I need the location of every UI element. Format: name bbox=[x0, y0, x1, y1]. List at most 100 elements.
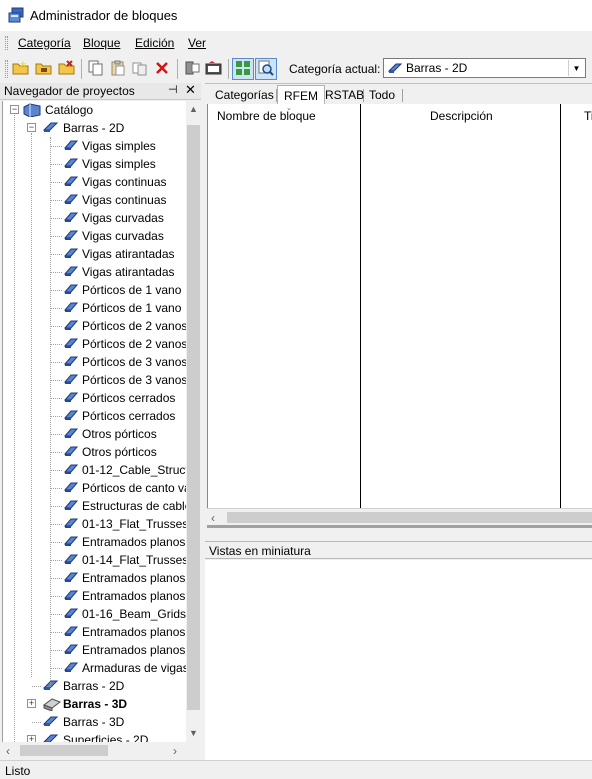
menu-ver[interactable]: Ver bbox=[188, 36, 206, 50]
splitter[interactable] bbox=[207, 525, 592, 528]
tree-category-item[interactable]: + Superficies - 2D bbox=[3, 731, 186, 742]
duplicate-button[interactable] bbox=[129, 58, 151, 80]
column-header-description[interactable]: Descripción bbox=[430, 109, 493, 123]
tree-block-item[interactable]: Pórticos de canto variable bbox=[3, 479, 186, 497]
tree-block-item[interactable]: Entramados planos bbox=[3, 623, 186, 641]
thumbnails-panel[interactable] bbox=[205, 560, 592, 760]
tree-item-label: Pórticos de 2 vanos bbox=[82, 319, 186, 333]
delete-button[interactable] bbox=[151, 58, 173, 80]
block-icon bbox=[63, 481, 79, 496]
tree-connector bbox=[50, 236, 62, 237]
block-list-hscroll-thumb[interactable] bbox=[227, 512, 592, 523]
menu-bar: Categoría Bloque Edición Ver bbox=[0, 32, 592, 54]
tree-block-item[interactable]: Pórticos de 3 vanos bbox=[3, 353, 186, 371]
expand-icon[interactable]: + bbox=[27, 735, 36, 742]
tree-block-item[interactable]: Estructuras de cables bbox=[3, 497, 186, 515]
tree-block-item[interactable]: Vigas atirantadas bbox=[3, 245, 186, 263]
navigator-horizontal-scrollbar[interactable]: ‹ › bbox=[2, 742, 186, 759]
column-header-block-name[interactable]: Nombre de bloque bbox=[217, 109, 316, 123]
tree-block-item[interactable]: 01-13_Flat_Trusses bbox=[3, 515, 186, 533]
paste-button[interactable] bbox=[107, 58, 129, 80]
tree-connector bbox=[50, 182, 62, 183]
tree-connector bbox=[50, 344, 62, 345]
column-header-type[interactable]: Tipo bbox=[584, 109, 592, 123]
dropdown-arrow-icon[interactable]: ▼ bbox=[568, 60, 584, 76]
column-divider[interactable] bbox=[360, 104, 361, 508]
menu-bloque[interactable]: Bloque bbox=[83, 36, 120, 50]
delete-category-button[interactable] bbox=[56, 58, 78, 80]
tree-block-item[interactable]: Entramados planos bbox=[3, 569, 186, 587]
tree-connector bbox=[50, 434, 62, 435]
tree-block-item[interactable]: Pórticos de 2 vanos bbox=[3, 317, 186, 335]
tab-todo[interactable]: Todo bbox=[363, 85, 401, 105]
block-list-horizontal-scrollbar[interactable]: ‹ bbox=[207, 508, 592, 525]
scroll-right-icon[interactable]: › bbox=[173, 744, 177, 758]
tree-block-item[interactable]: 01-16_Beam_Grids bbox=[3, 605, 186, 623]
tree-category-item[interactable]: Barras - 2D bbox=[3, 677, 186, 695]
tree-block-item[interactable]: Pórticos de 1 vano bbox=[3, 281, 186, 299]
tree-item-label: Vigas continuas bbox=[82, 175, 167, 189]
tree-block-item[interactable]: Pórticos cerrados bbox=[3, 407, 186, 425]
tree-block-item[interactable]: 01-14_Flat_Trusses_ bbox=[3, 551, 186, 569]
tree-root[interactable]: − Catálogo bbox=[3, 101, 186, 119]
tree-block-item[interactable]: Entramados planos bbox=[3, 587, 186, 605]
tree-block-item[interactable]: Pórticos de 1 vano bbox=[3, 299, 186, 317]
expand-icon[interactable]: + bbox=[27, 699, 36, 708]
tree-block-item[interactable]: Pórticos de 2 vanos bbox=[3, 335, 186, 353]
tree-block-item[interactable]: Entramados planos bbox=[3, 641, 186, 659]
tree-block-item[interactable]: Vigas simples bbox=[3, 137, 186, 155]
menubar-grip[interactable] bbox=[5, 36, 8, 50]
edit-category-button[interactable] bbox=[33, 58, 55, 80]
toolbar-separator bbox=[228, 59, 229, 79]
collapse-icon[interactable]: − bbox=[10, 105, 19, 114]
scroll-up-icon[interactable]: ▲ bbox=[189, 104, 198, 114]
import-block-button[interactable] bbox=[181, 58, 203, 80]
block-picture-button[interactable] bbox=[203, 58, 225, 80]
tree-category-item[interactable]: − Barras - 2D bbox=[3, 119, 186, 137]
navigator-vscroll-thumb[interactable] bbox=[187, 125, 200, 710]
menu-categoria[interactable]: Categoría bbox=[18, 36, 71, 50]
tree-block-item[interactable]: Pórticos de 3 vanos bbox=[3, 371, 186, 389]
scroll-down-icon[interactable]: ▼ bbox=[189, 728, 198, 738]
tree-category-item[interactable]: + Barras - 3D bbox=[3, 695, 186, 713]
thumbnail-view-button[interactable] bbox=[232, 58, 254, 80]
copy-button[interactable] bbox=[85, 58, 107, 80]
collapse-icon[interactable]: − bbox=[27, 123, 36, 132]
tree-connector bbox=[50, 362, 62, 363]
tree-block-item[interactable]: Otros pórticos bbox=[3, 443, 186, 461]
menu-edicion[interactable]: Edición bbox=[135, 36, 174, 50]
tree-block-item[interactable]: 01-12_Cable_Structures bbox=[3, 461, 186, 479]
new-category-button[interactable] bbox=[10, 58, 32, 80]
folder-edit-icon bbox=[35, 60, 53, 79]
tree-item-label: Superficies - 2D bbox=[63, 733, 149, 742]
toolbar-separator bbox=[81, 59, 82, 79]
tree-block-item[interactable]: Otros pórticos bbox=[3, 425, 186, 443]
tab-categorias[interactable]: Categorías bbox=[209, 85, 280, 105]
tree-block-item[interactable]: Vigas continuas bbox=[3, 173, 186, 191]
scroll-left-icon[interactable]: ‹ bbox=[6, 744, 10, 758]
tree-item-label: Pórticos de 2 vanos bbox=[82, 337, 186, 351]
navigator-vertical-scrollbar[interactable]: ▲ ▼ bbox=[186, 101, 201, 742]
navigator-hscroll-thumb[interactable] bbox=[20, 745, 108, 756]
tree-item-label: Vigas curvadas bbox=[82, 211, 164, 225]
tree-block-item[interactable]: Armaduras de vigas bbox=[3, 659, 186, 677]
toolbar-grip[interactable] bbox=[5, 60, 8, 78]
tree-block-item[interactable]: Vigas curvadas bbox=[3, 209, 186, 227]
tab-rfem[interactable]: RFEM bbox=[277, 85, 325, 105]
tree-block-item[interactable]: Vigas continuas bbox=[3, 191, 186, 209]
tree-block-item[interactable]: Vigas simples bbox=[3, 155, 186, 173]
current-category-select[interactable]: Barras - 2D ▼ bbox=[383, 58, 586, 78]
column-divider[interactable] bbox=[560, 104, 561, 508]
pin-icon[interactable]: ⊣ bbox=[168, 83, 178, 96]
block-list[interactable]: ⌄ Nombre de bloque Descripción Tipo bbox=[207, 104, 592, 508]
tab-label: Categorías bbox=[215, 88, 274, 102]
scroll-left-icon[interactable]: ‹ bbox=[211, 511, 215, 525]
tree-block-item[interactable]: Vigas curvadas bbox=[3, 227, 186, 245]
tree-block-item[interactable]: Pórticos cerrados bbox=[3, 389, 186, 407]
tree-item-label: Vigas simples bbox=[82, 157, 156, 171]
preview-button[interactable] bbox=[255, 58, 277, 80]
close-icon[interactable]: ✕ bbox=[185, 82, 196, 98]
tree-category-item[interactable]: Barras - 3D bbox=[3, 713, 186, 731]
tree-block-item[interactable]: Vigas atirantadas bbox=[3, 263, 186, 281]
tree-block-item[interactable]: Entramados planos bbox=[3, 533, 186, 551]
